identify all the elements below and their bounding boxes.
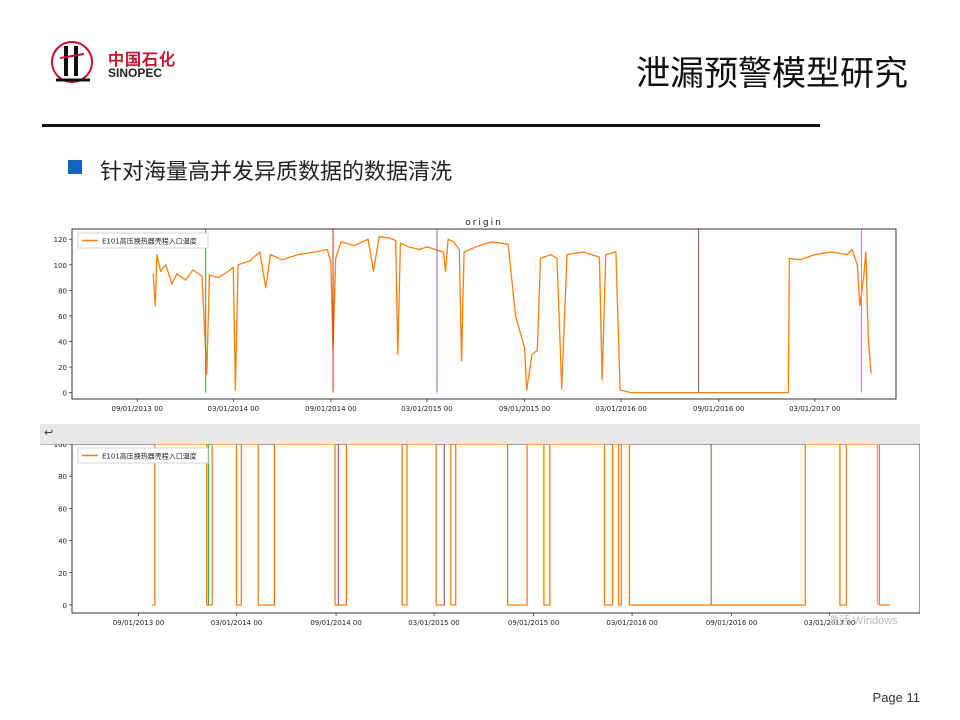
y-tick-label: 20 <box>58 570 67 578</box>
x-tick-label: 03/01/2014 00 <box>211 619 262 627</box>
bullet-text: 针对海量高并发异质数据的数据清洗 <box>100 160 453 185</box>
y-tick-label: 80 <box>58 473 67 481</box>
slide-title: 泄漏预警模型研究 <box>636 54 908 94</box>
bullet-square-icon <box>68 160 82 174</box>
x-tick-label: 09/01/2013 00 <box>113 619 164 627</box>
x-tick-label: 03/01/2014 00 <box>208 405 259 413</box>
x-tick-label: 03/01/2016 00 <box>606 619 657 627</box>
y-tick-label: 80 <box>58 287 67 295</box>
legend-label: E101高压换热器壳程入口温度 <box>102 237 197 246</box>
legend: E101高压换热器壳程入口温度 <box>77 232 209 249</box>
logo-text-en: SINOPEC <box>108 66 163 80</box>
x-tick-label: 03/01/2017 00 <box>789 405 840 413</box>
y-tick-label: 60 <box>58 505 67 513</box>
x-tick-label: 09/01/2014 00 <box>310 619 361 627</box>
x-tick-label: 09/01/2015 00 <box>508 619 559 627</box>
x-tick-label: 09/01/2016 00 <box>706 619 757 627</box>
x-tick-label: 03/01/2015 00 <box>408 619 459 627</box>
page-number: Page 11 <box>872 690 920 705</box>
chart-title: origin <box>465 218 503 228</box>
y-tick-label: 0 <box>63 390 67 398</box>
legend: E101高压换热器壳程入口温度 <box>77 447 209 464</box>
title-divider <box>42 124 820 127</box>
y-tick-label: 40 <box>58 538 67 546</box>
x-tick-label: 03/01/2015 00 <box>401 405 452 413</box>
windows-watermark: 激活 Windows <box>828 615 898 627</box>
y-tick-label: 60 <box>58 313 67 321</box>
x-tick-label: 09/01/2013 00 <box>112 405 163 413</box>
y-tick-label: 20 <box>58 364 67 372</box>
plot-frame <box>71 228 897 400</box>
y-tick-label: 40 <box>58 338 67 346</box>
y-tick-label: 100 <box>54 262 67 270</box>
toolbar-glyph-icon: ↩ <box>44 426 54 439</box>
y-tick-label: 100 <box>54 444 67 449</box>
origin-chart: origin 0 20 40 60 80 100 120 09/01/2013 00 03/01/… <box>54 218 897 413</box>
x-tick-label: 09/01/2016 00 <box>693 405 744 413</box>
sinopec-logo: 中国石化 SINOPEC <box>50 40 190 86</box>
x-tick-label: 09/01/2015 00 <box>499 405 550 413</box>
sinopec-logo-icon <box>51 41 93 83</box>
y-tick-label: 0 <box>63 602 67 610</box>
plot-frame <box>71 444 920 614</box>
x-tick-label: 03/01/2016 00 <box>595 405 646 413</box>
screenshot-toolbar-strip: ↩ <box>40 424 920 445</box>
y-tick-label: 120 <box>54 236 67 244</box>
x-tick-label: 09/01/2014 00 <box>305 405 356 413</box>
legend-label: E101高压换热器壳程入口温度 <box>102 452 197 461</box>
cleaned-chart: 0 20 40 60 80 100 09/01/2013 00 03/01/2014 00 09… <box>54 444 920 627</box>
